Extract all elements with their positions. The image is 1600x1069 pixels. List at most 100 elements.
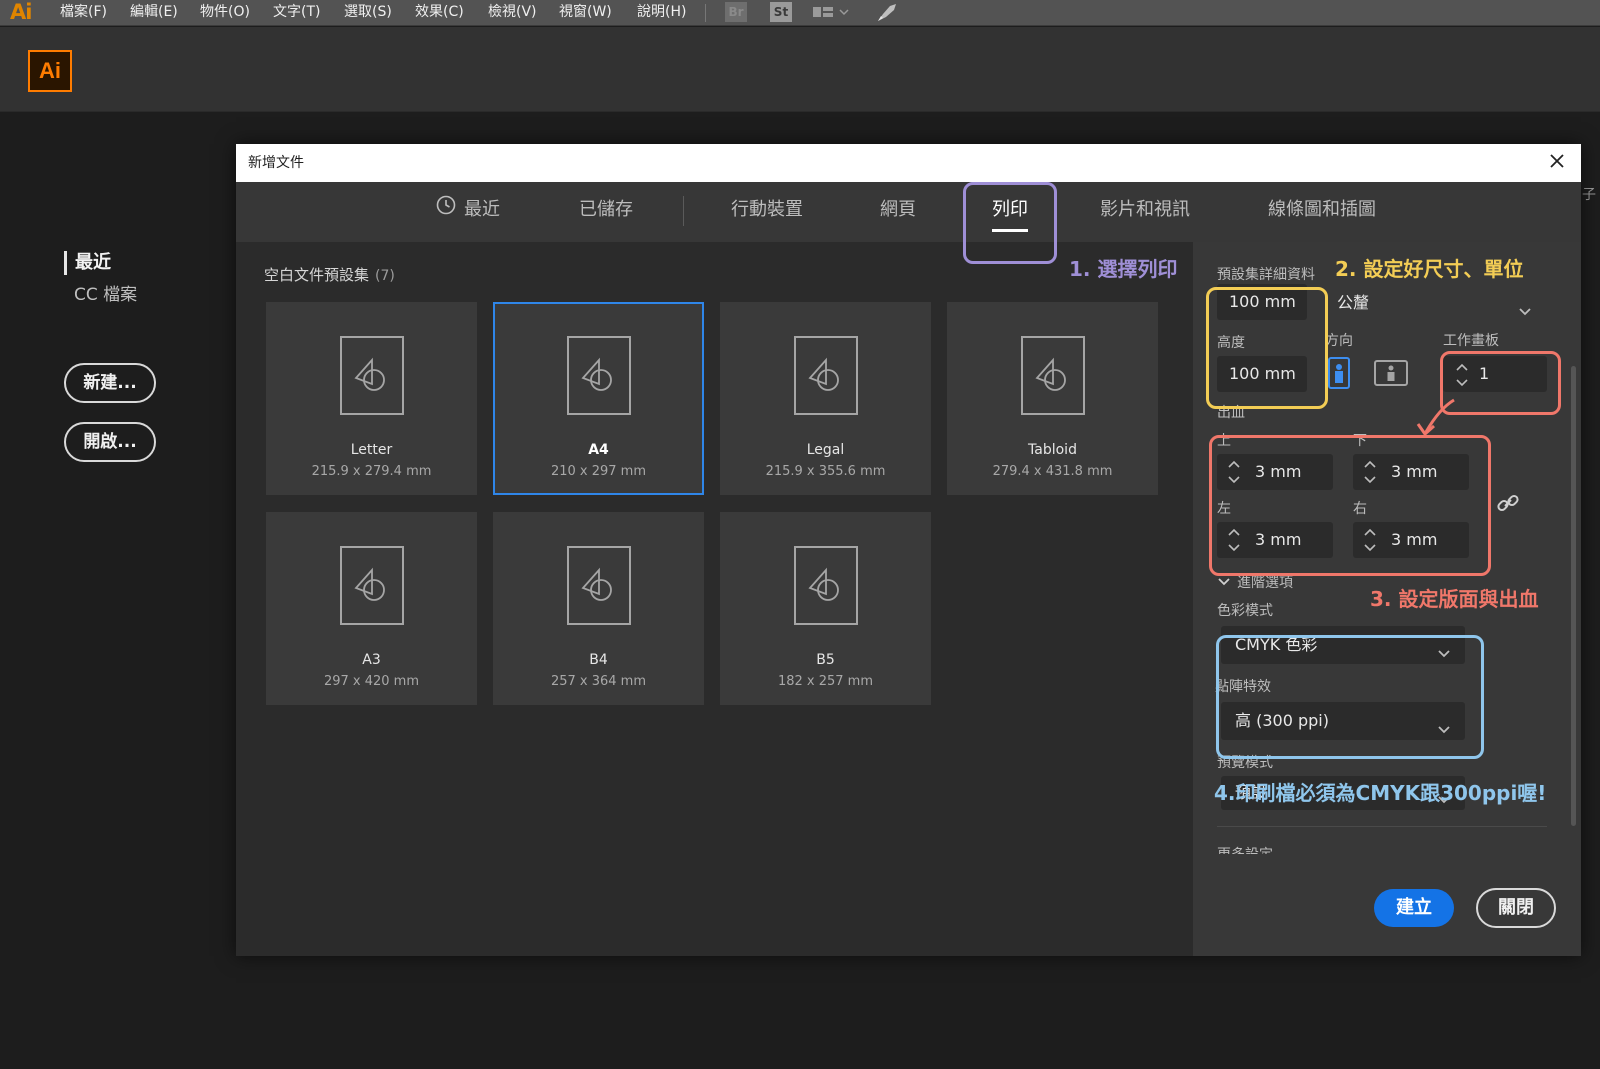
preset-tile-b5[interactable]: B5 182 x 257 mm: [720, 512, 931, 705]
menu-edit[interactable]: 編輯(E): [130, 0, 178, 26]
bleed-bottom-label: 下: [1353, 433, 1367, 449]
preset-size: 257 x 364 mm: [550, 674, 647, 689]
details-heading: 預設集詳細資料: [1217, 267, 1315, 283]
clock-icon: [436, 182, 456, 238]
menu-type[interactable]: 文字(T): [273, 0, 320, 26]
new-button[interactable]: 新建...: [64, 363, 156, 403]
bleed-right-stepper[interactable]: [1363, 527, 1377, 557]
panel-scrollbar[interactable]: [1571, 366, 1576, 826]
divider: [1217, 826, 1547, 827]
bleed-left-label: 左: [1217, 501, 1231, 517]
document-icon: [567, 336, 631, 415]
preset-heading: 空白文件預設集 (7): [264, 264, 395, 285]
advanced-options-toggle[interactable]: 進階選項: [1217, 572, 1293, 592]
preset-name: Legal: [806, 442, 845, 458]
document-icon: [794, 546, 858, 625]
raster-effects-label: 點陣特效: [1215, 679, 1271, 695]
document-icon: [794, 336, 858, 415]
bridge-icon[interactable]: Br: [725, 2, 747, 22]
more-settings-clipped: 更多設定: [1217, 842, 1307, 854]
tab-recent[interactable]: 最近: [436, 182, 500, 242]
preset-name: A4: [588, 442, 609, 458]
link-icon[interactable]: [1493, 488, 1523, 518]
menu-help[interactable]: 說明(H): [637, 0, 686, 26]
annotation-step1: 1. 選擇列印: [1069, 257, 1178, 281]
menu-window[interactable]: 視窗(W): [559, 0, 612, 26]
preset-size: 215.9 x 355.6 mm: [765, 464, 886, 479]
chevron-down-icon: [1518, 295, 1532, 333]
preset-size: 215.9 x 279.4 mm: [311, 464, 432, 479]
preview-mode-label: 預覽模式: [1217, 755, 1273, 771]
height-field[interactable]: 100 mm: [1217, 356, 1307, 392]
height-label: 高度: [1217, 335, 1245, 351]
raster-effects-dropdown[interactable]: 高 (300 ppi): [1221, 702, 1465, 740]
document-icon: [340, 546, 404, 625]
menu-divider: [705, 4, 706, 22]
chevron-down-icon: [1437, 637, 1451, 675]
preset-tile-a4[interactable]: A4 210 x 297 mm: [493, 302, 704, 495]
preset-size: 279.4 x 431.8 mm: [992, 464, 1113, 479]
chevron-down-icon: [1217, 573, 1231, 592]
units-dropdown[interactable]: 公釐: [1323, 284, 1546, 322]
nav-recent[interactable]: 最近: [64, 251, 111, 275]
document-icon: [340, 336, 404, 415]
color-mode-dropdown[interactable]: CMYK 色彩: [1221, 626, 1465, 664]
annotation-step2: 2. 設定好尺寸、單位: [1335, 257, 1524, 281]
annotation-arrow: [1410, 396, 1460, 442]
stock-icon[interactable]: St: [770, 2, 792, 22]
preset-tile-legal[interactable]: Legal 215.9 x 355.6 mm: [720, 302, 931, 495]
preset-tile-b4[interactable]: B4 257 x 364 mm: [493, 512, 704, 705]
nav-cc-files[interactable]: CC 檔案: [74, 283, 137, 307]
tab-film-video[interactable]: 影片和視訊: [1100, 182, 1190, 242]
bleed-label: 出血: [1217, 405, 1245, 421]
units-value: 公釐: [1337, 293, 1370, 312]
preset-count: (7): [375, 268, 395, 284]
close-button[interactable]: 關閉: [1476, 888, 1556, 928]
portrait-orientation-icon[interactable]: [1326, 356, 1352, 390]
menu-file[interactable]: 檔案(F): [60, 0, 107, 26]
tab-art-illustration[interactable]: 線條圖和插圖: [1268, 182, 1376, 242]
menu-select[interactable]: 選取(S): [344, 0, 392, 26]
document-icon: [567, 546, 631, 625]
bleed-bottom-stepper[interactable]: [1363, 459, 1377, 489]
bleed-top-label: 上: [1217, 433, 1231, 449]
workspace-layout-icon[interactable]: [812, 4, 852, 26]
tab-separator: [683, 196, 684, 226]
raster-effects-value: 高 (300 ppi): [1235, 711, 1329, 730]
bleed-top-stepper[interactable]: [1227, 459, 1241, 489]
menu-bar: Ai 檔案(F) 編輯(E) 物件(O) 文字(T) 選取(S) 效果(C) 檢…: [0, 0, 1600, 26]
orientation-label: 方向: [1325, 333, 1353, 349]
bleed-left-stepper[interactable]: [1227, 527, 1241, 557]
create-button[interactable]: 建立: [1374, 889, 1454, 927]
annotation-step3: 3. 設定版面與出血: [1370, 587, 1539, 611]
menu-effect[interactable]: 效果(C): [415, 0, 464, 26]
preset-tile-tabloid[interactable]: Tabloid 279.4 x 431.8 mm: [947, 302, 1158, 495]
preset-name: B5: [816, 652, 835, 668]
rocket-icon[interactable]: [875, 2, 899, 28]
tab-saved[interactable]: 已儲存: [579, 182, 633, 242]
menu-view[interactable]: 檢視(V): [488, 0, 537, 26]
category-tabs: 最近 已儲存 行動裝置 網頁 列印 影片和視訊 線條圖和插圖: [236, 182, 1581, 242]
color-mode-value: CMYK 色彩: [1235, 635, 1318, 654]
landscape-orientation-icon[interactable]: [1373, 358, 1409, 388]
menu-object[interactable]: 物件(O): [200, 0, 250, 26]
preset-tile-letter[interactable]: Letter 215.9 x 279.4 mm: [266, 302, 477, 495]
width-field[interactable]: 100 mm: [1217, 284, 1307, 320]
tab-print[interactable]: 列印: [992, 182, 1028, 242]
annotation-step4: 4.印刷檔必須為CMYK跟300ppi喔!: [1214, 781, 1547, 805]
open-button[interactable]: 開啟...: [64, 422, 156, 462]
tab-mobile[interactable]: 行動裝置: [731, 182, 803, 242]
preset-name: A3: [362, 652, 381, 668]
preset-tile-a3[interactable]: A3 297 x 420 mm: [266, 512, 477, 705]
artboards-stepper[interactable]: [1455, 362, 1469, 392]
close-icon[interactable]: [1543, 149, 1571, 177]
app-menu-logo: Ai: [10, 0, 32, 24]
tab-web[interactable]: 網頁: [880, 182, 916, 242]
artboards-label: 工作畫板: [1443, 333, 1499, 349]
tab-recent-label: 最近: [464, 199, 500, 220]
advanced-options-label: 進階選項: [1237, 575, 1293, 591]
more-settings-label: 更多設定: [1217, 844, 1273, 854]
preset-area: 空白文件預設集 (7) Letter 215.9 x 279.4 mm A4 21…: [236, 242, 1193, 956]
preset-size: 210 x 297 mm: [550, 464, 647, 479]
active-tab-indicator: [992, 229, 1028, 232]
